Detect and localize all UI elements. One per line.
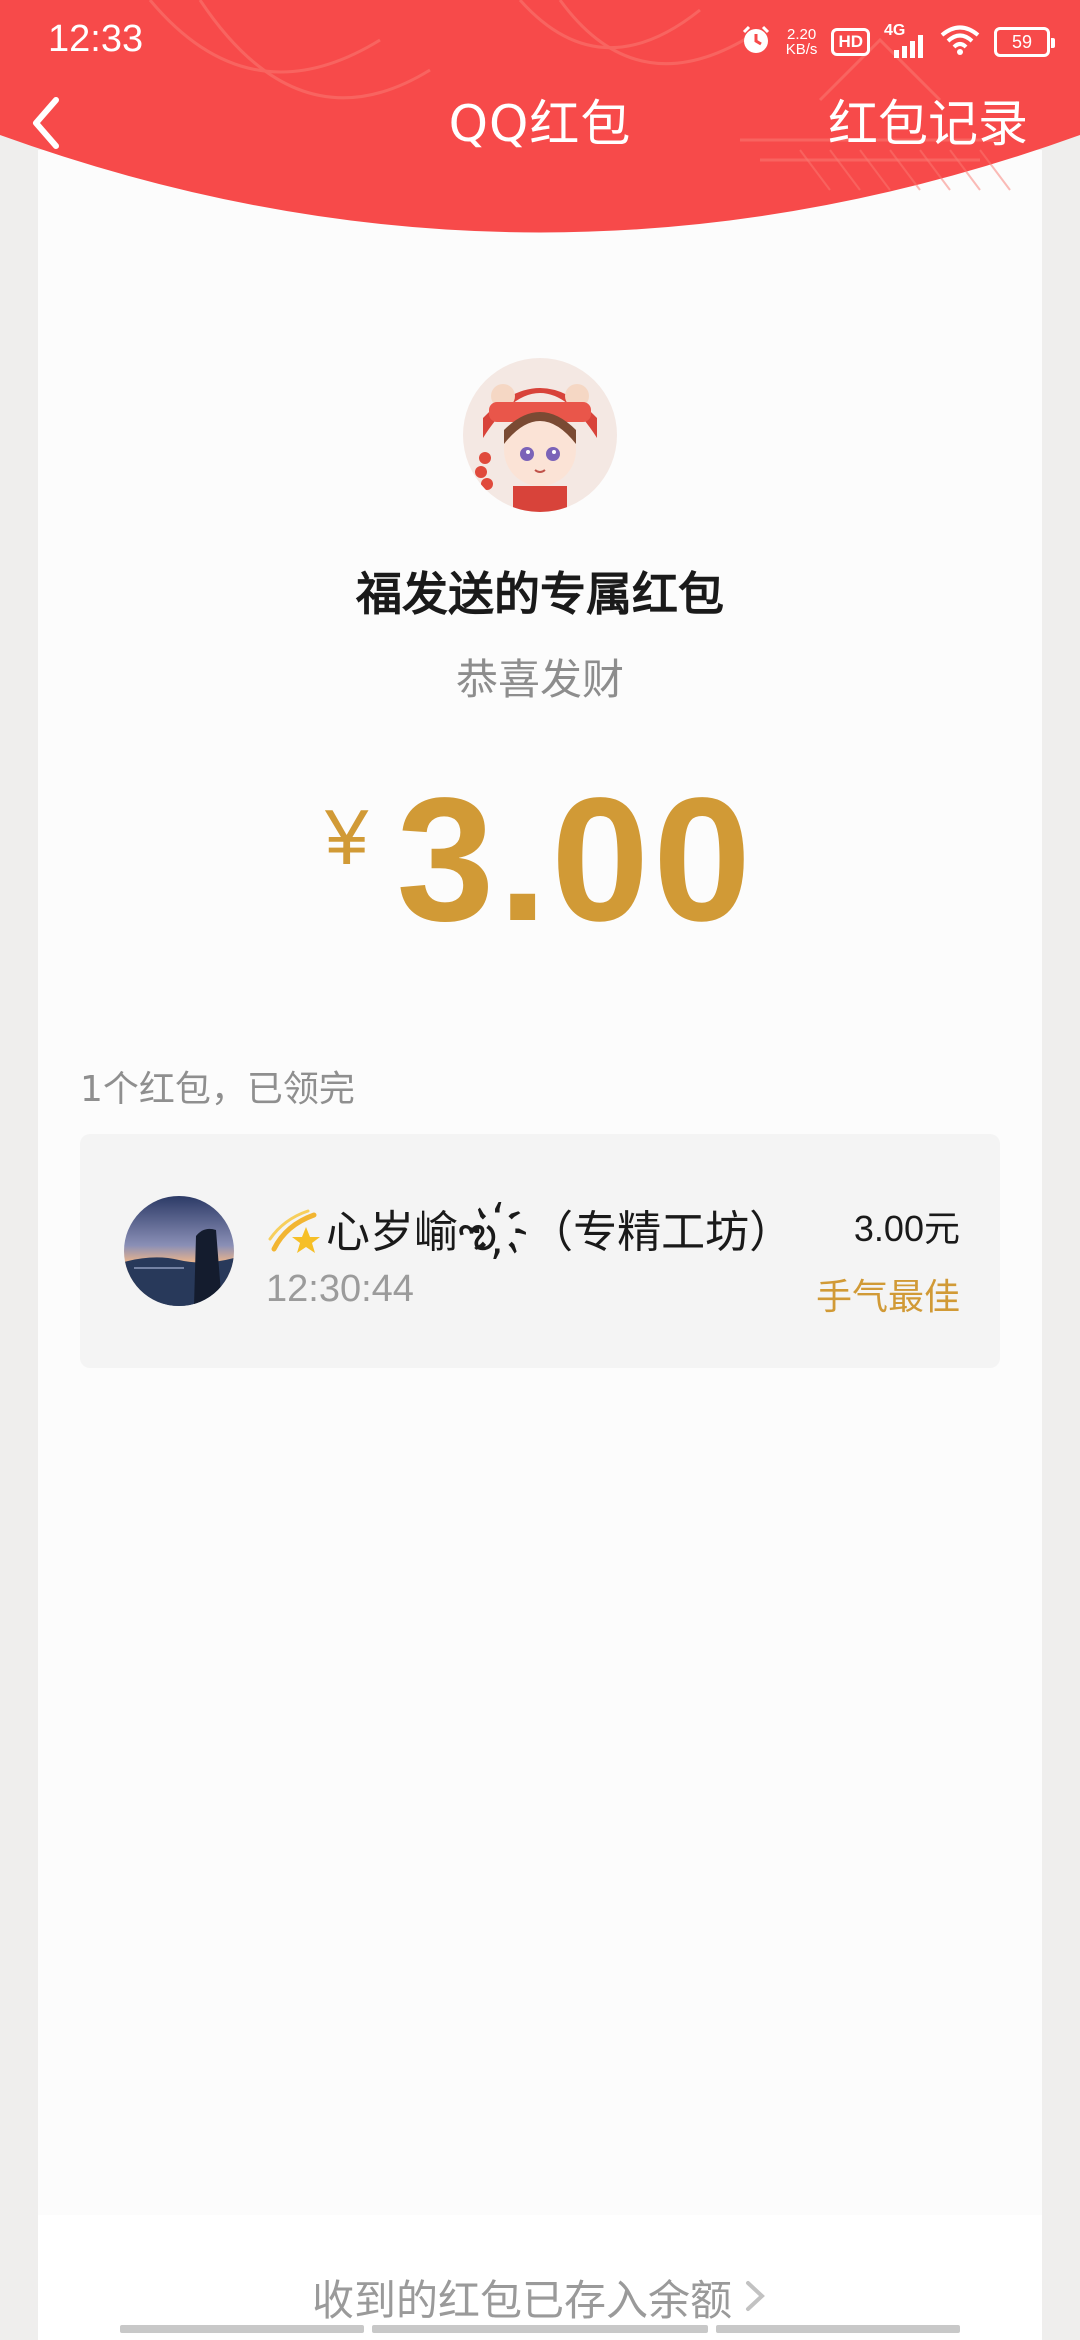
packet-amount: ¥3.00	[0, 770, 1080, 950]
footer: 收到的红包已存入余额	[38, 2215, 1042, 2340]
list-item[interactable]: 心岁崳ఌ︎ ҉（专精工坊） 12:30:44 3.00元 手气最佳	[80, 1134, 1000, 1368]
greeting-message: 恭喜发财	[455, 655, 624, 704]
avatar[interactable]	[124, 1196, 234, 1306]
network-speed-value: 2.20	[786, 26, 817, 43]
hd-badge: HD	[831, 28, 870, 56]
records-link[interactable]: 红包记录	[828, 84, 1028, 156]
sender-avatar[interactable]	[463, 358, 617, 512]
status-time: 12:33	[48, 18, 144, 60]
network-speed: 2.20 KB/s	[786, 27, 818, 57]
claim-amount-unit: 元	[923, 1209, 960, 1250]
sender-title: 福发送的专属红包	[356, 567, 724, 621]
best-luck-badge: 手气最佳	[815, 1277, 960, 1318]
nav-bar: QQ红包 红包记录	[0, 80, 1080, 170]
dizzy-star-icon	[268, 1209, 320, 1253]
amount-value: 3.00	[396, 762, 755, 958]
battery-icon: 59	[994, 27, 1055, 57]
home-indicator	[0, 2325, 1080, 2335]
status-icons: 2.20 KB/s HD 4G 59	[740, 20, 1055, 64]
claim-amount: 3.00元	[854, 1200, 960, 1252]
claimer-name-text: 心岁崳ఌ︎ ҉（专精工坊）	[326, 1207, 794, 1258]
signal-icon: 4G	[884, 22, 926, 60]
chevron-right-icon	[742, 2276, 768, 2325]
claim-summary: 1个红包，已领完	[80, 1069, 355, 1110]
wifi-icon	[940, 24, 980, 60]
balance-link[interactable]: 收到的红包已存入余额	[38, 2267, 1042, 2328]
claim-amount-value: 3.00	[853, 1208, 924, 1249]
claim-time: 12:30:44	[266, 1268, 414, 1310]
status-bar: 12:33 2.20 KB/s HD 4G 59	[0, 0, 1080, 80]
red-packet-detail-screen: 12:33 2.20 KB/s HD 4G 59 QQ红包 红包记录 福发送的专…	[0, 0, 1080, 2340]
claimer-name: 心岁崳ఌ︎ ҉（专精工坊）	[266, 1196, 793, 1269]
alarm-icon	[740, 24, 772, 60]
currency-symbol: ¥	[325, 793, 369, 881]
network-speed-unit: KB/s	[785, 41, 818, 58]
balance-link-label: 收到的红包已存入余额	[311, 2276, 732, 2325]
